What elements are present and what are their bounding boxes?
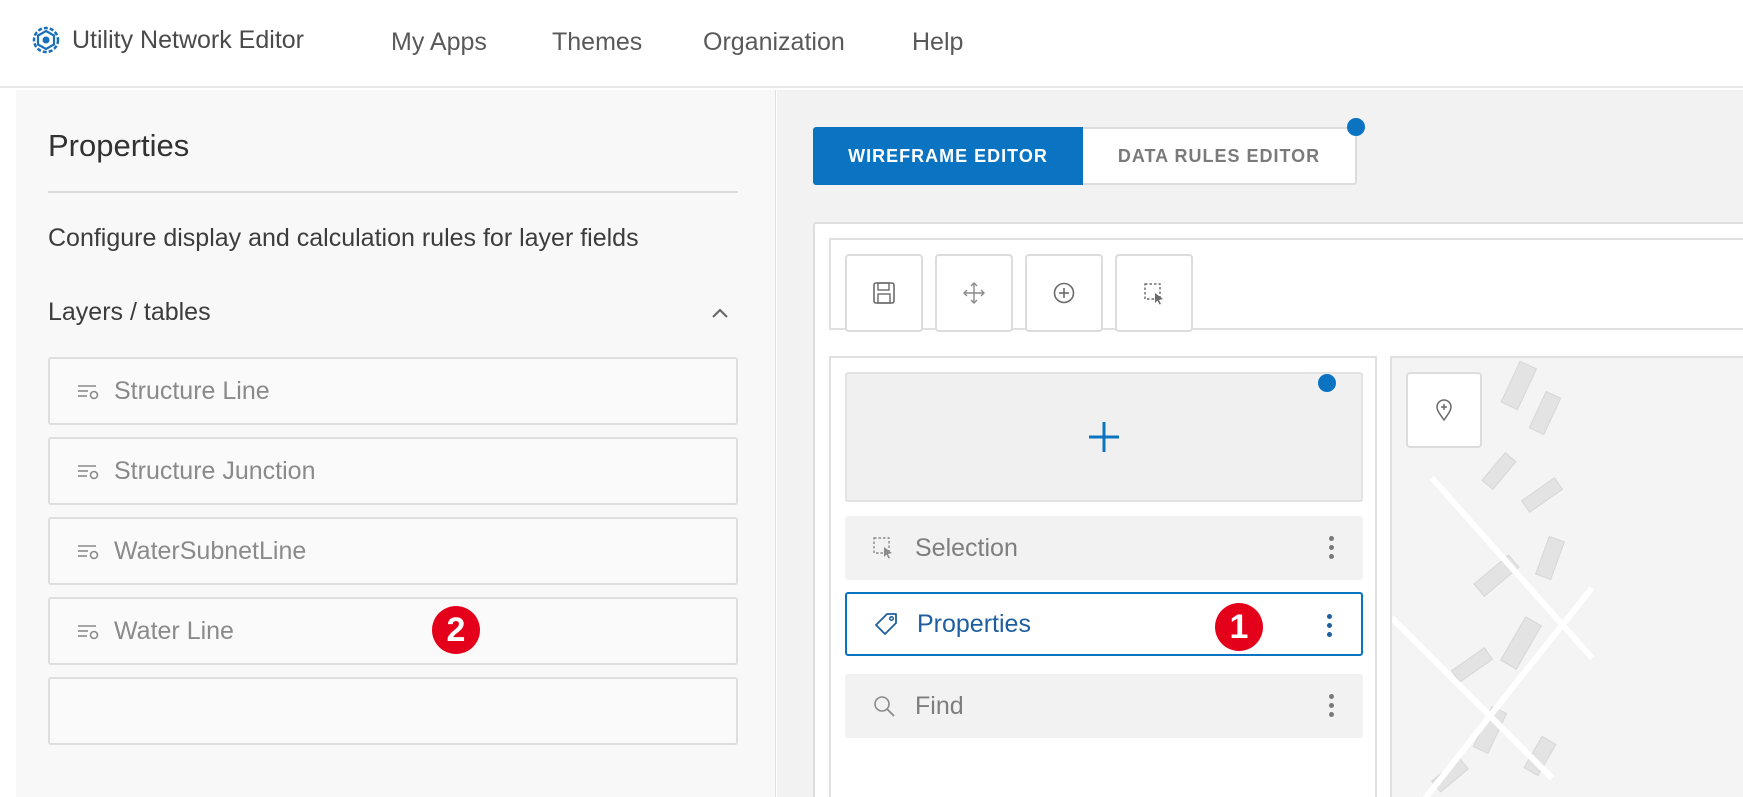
layer-item-structure-junction[interactable]: Structure Junction <box>48 437 738 505</box>
layers-section-header[interactable]: Layers / tables <box>48 298 738 334</box>
layer-label: WaterSubnetLine <box>114 536 307 565</box>
notification-dot <box>1347 118 1365 136</box>
nav-link-my-apps[interactable]: My Apps <box>391 28 487 57</box>
nav-link-themes[interactable]: Themes <box>552 28 642 57</box>
widget-label: Properties <box>917 609 1031 638</box>
layer-item-partial[interactable] <box>48 677 738 745</box>
utility-network-logo-icon <box>32 26 60 54</box>
wireframe-canvas: Selection Properties Find <box>813 222 1743 797</box>
widget-label: Find <box>915 691 964 720</box>
brand-label: Utility Network Editor <box>72 25 304 54</box>
tab-data-rules-editor[interactable]: DATA RULES EDITOR <box>1083 127 1357 185</box>
tag-icon <box>875 613 897 635</box>
panel-description: Configure display and calculation rules … <box>48 224 639 252</box>
wireframe-toolbar <box>829 238 1743 332</box>
notification-dot <box>1318 374 1336 392</box>
widget-row-properties[interactable]: Properties <box>845 592 1363 656</box>
widget-label: Selection <box>915 533 1018 562</box>
layer-settings-icon <box>78 545 99 560</box>
plus-icon <box>1089 422 1119 452</box>
save-icon <box>873 282 895 304</box>
layer-item-water-line[interactable]: Water Line <box>48 597 738 665</box>
chevron-up-icon[interactable] <box>708 302 732 326</box>
add-widget-button[interactable] <box>1025 254 1103 332</box>
properties-panel: Properties Configure display and calcula… <box>16 90 776 797</box>
layer-settings-icon <box>78 465 99 480</box>
move-button[interactable] <box>935 254 1013 332</box>
more-options-icon[interactable] <box>1327 614 1333 638</box>
callout-badge-2: 2 <box>432 606 480 654</box>
layer-item-structure-line[interactable]: Structure Line <box>48 357 738 425</box>
layer-settings-icon <box>78 385 99 400</box>
panel-title: Properties <box>48 128 190 163</box>
select-icon <box>1144 283 1163 305</box>
add-widget-tile[interactable] <box>845 372 1363 502</box>
search-icon <box>874 696 895 717</box>
editor-area: WIREFRAME EDITOR DATA RULES EDITOR Selec… <box>777 90 1743 797</box>
editor-tabs: WIREFRAME EDITOR DATA RULES EDITOR <box>813 127 1357 185</box>
widget-row-find[interactable]: Find <box>845 674 1363 738</box>
tab-wireframe-editor[interactable]: WIREFRAME EDITOR <box>813 127 1083 185</box>
top-nav: Utility Network Editor My Apps Themes Or… <box>0 0 1743 88</box>
divider <box>48 191 738 193</box>
layer-label: Water Line <box>114 616 234 645</box>
select-button[interactable] <box>1115 254 1193 332</box>
section-label: Layers / tables <box>48 298 211 326</box>
layer-item-watersubnetline[interactable]: WaterSubnetLine <box>48 517 738 585</box>
nav-link-organization[interactable]: Organization <box>703 28 845 57</box>
layer-label: Structure Junction <box>114 456 316 485</box>
save-button[interactable] <box>845 254 923 332</box>
callout-badge-1: 1 <box>1215 603 1263 651</box>
widget-row-selection[interactable]: Selection <box>845 516 1363 580</box>
more-options-icon[interactable] <box>1329 694 1335 718</box>
nav-link-help[interactable]: Help <box>912 28 963 57</box>
more-options-icon[interactable] <box>1329 536 1335 560</box>
select-icon <box>873 537 892 559</box>
add-location-icon <box>1436 399 1452 422</box>
map-preview[interactable] <box>1390 356 1743 797</box>
map-location-button[interactable] <box>1406 372 1482 448</box>
brand[interactable]: Utility Network Editor <box>30 24 304 56</box>
layer-label: Structure Line <box>114 376 270 405</box>
move-icon <box>963 282 985 304</box>
layer-settings-icon <box>78 625 99 640</box>
add-circle-icon <box>1053 282 1075 304</box>
widget-list: Selection Properties Find <box>829 356 1377 797</box>
